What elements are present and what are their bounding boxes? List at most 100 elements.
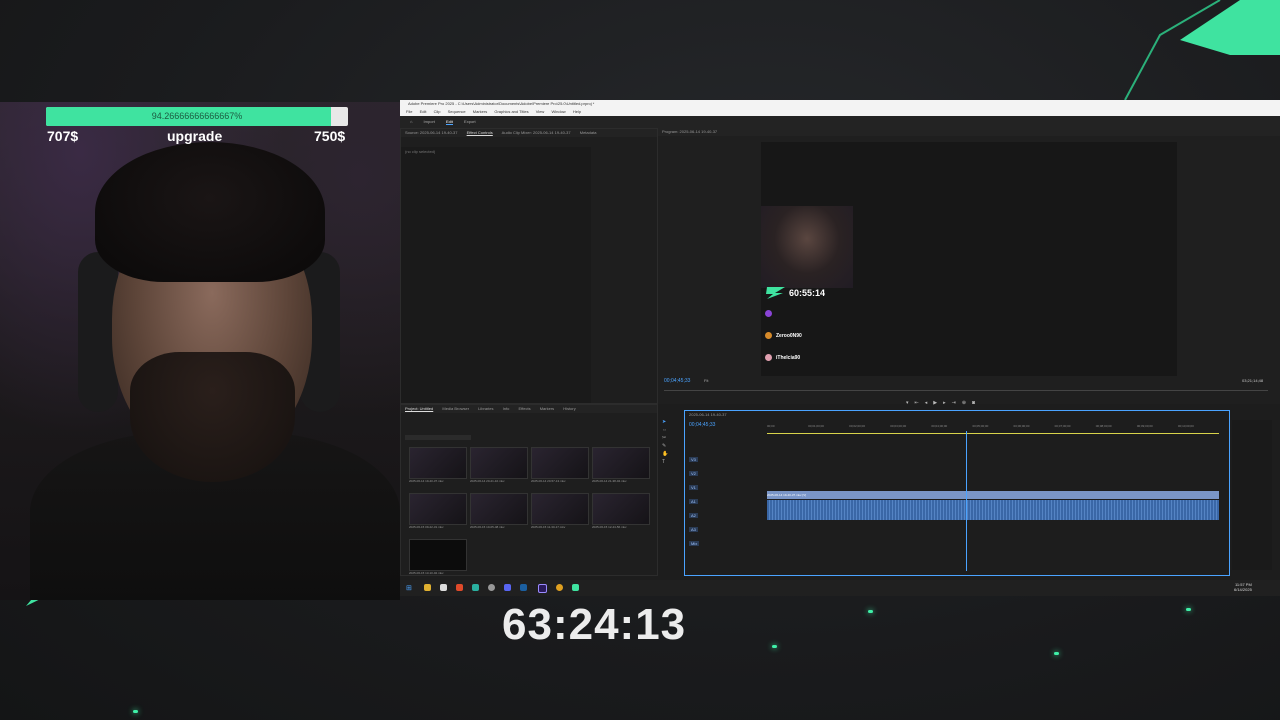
steam-icon[interactable] bbox=[520, 584, 527, 591]
program-monitor: Program: 2025-06-14 19-40-37 60:55:14 Ze… bbox=[658, 128, 1280, 406]
menu-sequence[interactable]: Sequence bbox=[448, 109, 466, 114]
tab-effects[interactable]: Effects bbox=[518, 406, 530, 411]
tab-media-browser[interactable]: Media Browser bbox=[442, 406, 469, 411]
track-header[interactable]: A2 bbox=[689, 513, 698, 518]
brave-icon[interactable] bbox=[456, 584, 463, 591]
type-tool-icon[interactable]: T bbox=[662, 458, 674, 466]
project-item[interactable]: 2025-06-15 11-30-17.mkv bbox=[531, 493, 589, 529]
tab-audio-clip-mixer[interactable]: Audio Clip Mixer: 2025-06-14 19-40-37 bbox=[502, 130, 571, 135]
project-item[interactable]: 2025-06-15 12-44-56.mkv bbox=[592, 493, 650, 529]
pen-tool-icon[interactable]: ✎ bbox=[662, 442, 674, 450]
project-item[interactable]: 2025-06-14 21-38-04.mkv bbox=[592, 447, 650, 483]
selection-tool-icon[interactable]: ➤ bbox=[662, 418, 674, 426]
clip-name: 2025-06-15 11-30-17.mkv bbox=[531, 525, 566, 529]
preview-logo-icon bbox=[766, 287, 785, 299]
timeline-tab[interactable]: 2025-06-14 19-40-37 bbox=[685, 411, 1229, 419]
tools-panel: ➤ ⇔ ✂ ✎ ✋ T bbox=[662, 418, 674, 468]
program-preview: 60:55:14 Zeroo0N90 iTheIcia90 bbox=[761, 142, 1177, 376]
go-to-in-icon[interactable]: ⇤ bbox=[915, 400, 919, 406]
app-icon[interactable] bbox=[472, 584, 479, 591]
preview-webcam bbox=[761, 206, 853, 288]
tab-effect-controls[interactable]: Effect Controls bbox=[467, 130, 493, 135]
project-search-input[interactable] bbox=[405, 435, 471, 440]
chrome-icon[interactable] bbox=[556, 584, 563, 591]
step-back-icon[interactable]: ◂ bbox=[925, 400, 928, 406]
hand-tool-icon[interactable]: ✋ bbox=[662, 450, 674, 458]
go-to-out-icon[interactable]: ⇥ bbox=[952, 400, 956, 406]
tab-import[interactable]: Import bbox=[424, 119, 435, 124]
system-clock[interactable]: 11:57 PM 6/14/2025 bbox=[1234, 582, 1252, 592]
menu-window[interactable]: Window bbox=[551, 109, 565, 114]
menu-clip[interactable]: Clip bbox=[434, 109, 441, 114]
timeline-panel: 2025-06-14 19-40-37 00;04;45;33 00;00 00;… bbox=[684, 410, 1230, 576]
store-icon[interactable] bbox=[440, 584, 447, 591]
video-clip[interactable]: 2025-06-14 19-40-37.mkv [V] bbox=[767, 491, 1219, 499]
effect-controls-body: (no clip selected) bbox=[401, 147, 591, 403]
track-header[interactable]: V3 bbox=[689, 457, 698, 462]
file-explorer-icon[interactable] bbox=[424, 584, 431, 591]
home-icon[interactable]: ⌂ bbox=[410, 119, 412, 124]
brand-logo-top bbox=[1124, 0, 1280, 100]
overlay-app-icon[interactable] bbox=[572, 584, 579, 591]
chat-message: iTheIcia90 bbox=[765, 354, 800, 361]
track-header[interactable]: V2 bbox=[689, 471, 698, 476]
mark-in-icon[interactable]: ▾ bbox=[906, 400, 909, 406]
menu-help[interactable]: Help bbox=[573, 109, 581, 114]
tab-info[interactable]: Info bbox=[503, 406, 510, 411]
program-timecode[interactable]: 00;04;45;33 bbox=[664, 378, 690, 384]
fit-dropdown[interactable]: Fit bbox=[704, 378, 708, 383]
track-header[interactable]: A1 bbox=[689, 499, 698, 504]
tab-source[interactable]: Source: 2025-06-14 19-40-37 bbox=[405, 130, 457, 135]
project-item[interactable]: 2025-06-15 10-05-48.mkv bbox=[470, 493, 528, 529]
razor-tool-icon[interactable]: ✂ bbox=[662, 434, 674, 442]
export-frame-icon[interactable]: ◙ bbox=[972, 400, 975, 406]
tab-history[interactable]: History bbox=[563, 406, 575, 411]
discord-icon[interactable] bbox=[504, 584, 511, 591]
menu-file[interactable]: File bbox=[406, 109, 412, 114]
clip-thumbnail bbox=[531, 447, 589, 479]
project-item[interactable]: 2025-06-15 09-22-31.mkv bbox=[409, 493, 467, 529]
tab-project[interactable]: Project: Untitled bbox=[405, 406, 433, 411]
start-icon[interactable]: ⊞ bbox=[406, 584, 412, 592]
menu-view[interactable]: View bbox=[536, 109, 545, 114]
project-item[interactable]: 2025-06-14 20-21-10.mkv bbox=[470, 447, 528, 483]
timeline-timecode[interactable]: 00;04;45;33 bbox=[689, 422, 715, 428]
tab-markers[interactable]: Markers bbox=[540, 406, 554, 411]
sparkle-decoration bbox=[1186, 608, 1191, 611]
track-header[interactable]: A3 bbox=[689, 527, 698, 532]
timeline-ruler[interactable]: 00;00 00;01;00;00 00;02;00;00 00;03;00;00 00… bbox=[767, 423, 1219, 434]
project-item[interactable]: 2025-06-14 20-57-13.mkv bbox=[531, 447, 589, 483]
premiere-taskbar-icon[interactable] bbox=[538, 584, 547, 593]
track-header[interactable]: Mix bbox=[689, 541, 700, 546]
tab-metadata[interactable]: Metadata bbox=[580, 130, 597, 135]
menu-edit[interactable]: Edit bbox=[420, 109, 427, 114]
clip-name: 2025-06-14 21-38-04.mkv bbox=[592, 479, 627, 483]
window-title: Adobe Premiere Pro 2025 - C:\Users\Admin… bbox=[400, 100, 1280, 108]
chat-message bbox=[765, 310, 776, 317]
play-icon[interactable]: ▶ bbox=[933, 400, 937, 406]
clip-thumbnail bbox=[470, 447, 528, 479]
streamer-hair bbox=[95, 142, 325, 282]
sparkle-decoration bbox=[133, 710, 138, 713]
tab-export[interactable]: Export bbox=[464, 119, 476, 124]
windows-taskbar: ⊞ 11:57 PM 6/14/2025 bbox=[400, 580, 1280, 596]
project-item[interactable]: 2025-06-15 13-10-02.mkv bbox=[409, 539, 467, 575]
tab-edit[interactable]: Edit bbox=[446, 119, 453, 125]
project-item[interactable]: 2025-06-14 19-40-37.mkv bbox=[409, 447, 467, 483]
program-tab[interactable]: Program: 2025-06-14 19-40-37 bbox=[658, 128, 1280, 136]
program-scrub-bar[interactable] bbox=[664, 390, 1268, 391]
menu-graphics[interactable]: Graphics and Titles bbox=[494, 109, 528, 114]
obs-icon[interactable] bbox=[488, 584, 495, 591]
clip-name: 2025-06-14 19-40-37.mkv bbox=[409, 479, 444, 483]
menu-markers[interactable]: Markers bbox=[473, 109, 487, 114]
goal-target-amount: 750$ bbox=[314, 128, 346, 144]
clip-thumbnail bbox=[409, 493, 467, 525]
insert-icon[interactable]: ⊕ bbox=[962, 400, 966, 406]
tab-libraries[interactable]: Libraries bbox=[478, 406, 493, 411]
step-forward-icon[interactable]: ▸ bbox=[943, 400, 946, 406]
ripple-edit-tool-icon[interactable]: ⇔ bbox=[662, 426, 674, 434]
track-header[interactable]: V1 bbox=[689, 485, 698, 490]
audio-clip[interactable] bbox=[767, 500, 1219, 520]
effect-empty-note: (no clip selected) bbox=[405, 149, 436, 154]
playhead[interactable] bbox=[965, 431, 967, 571]
